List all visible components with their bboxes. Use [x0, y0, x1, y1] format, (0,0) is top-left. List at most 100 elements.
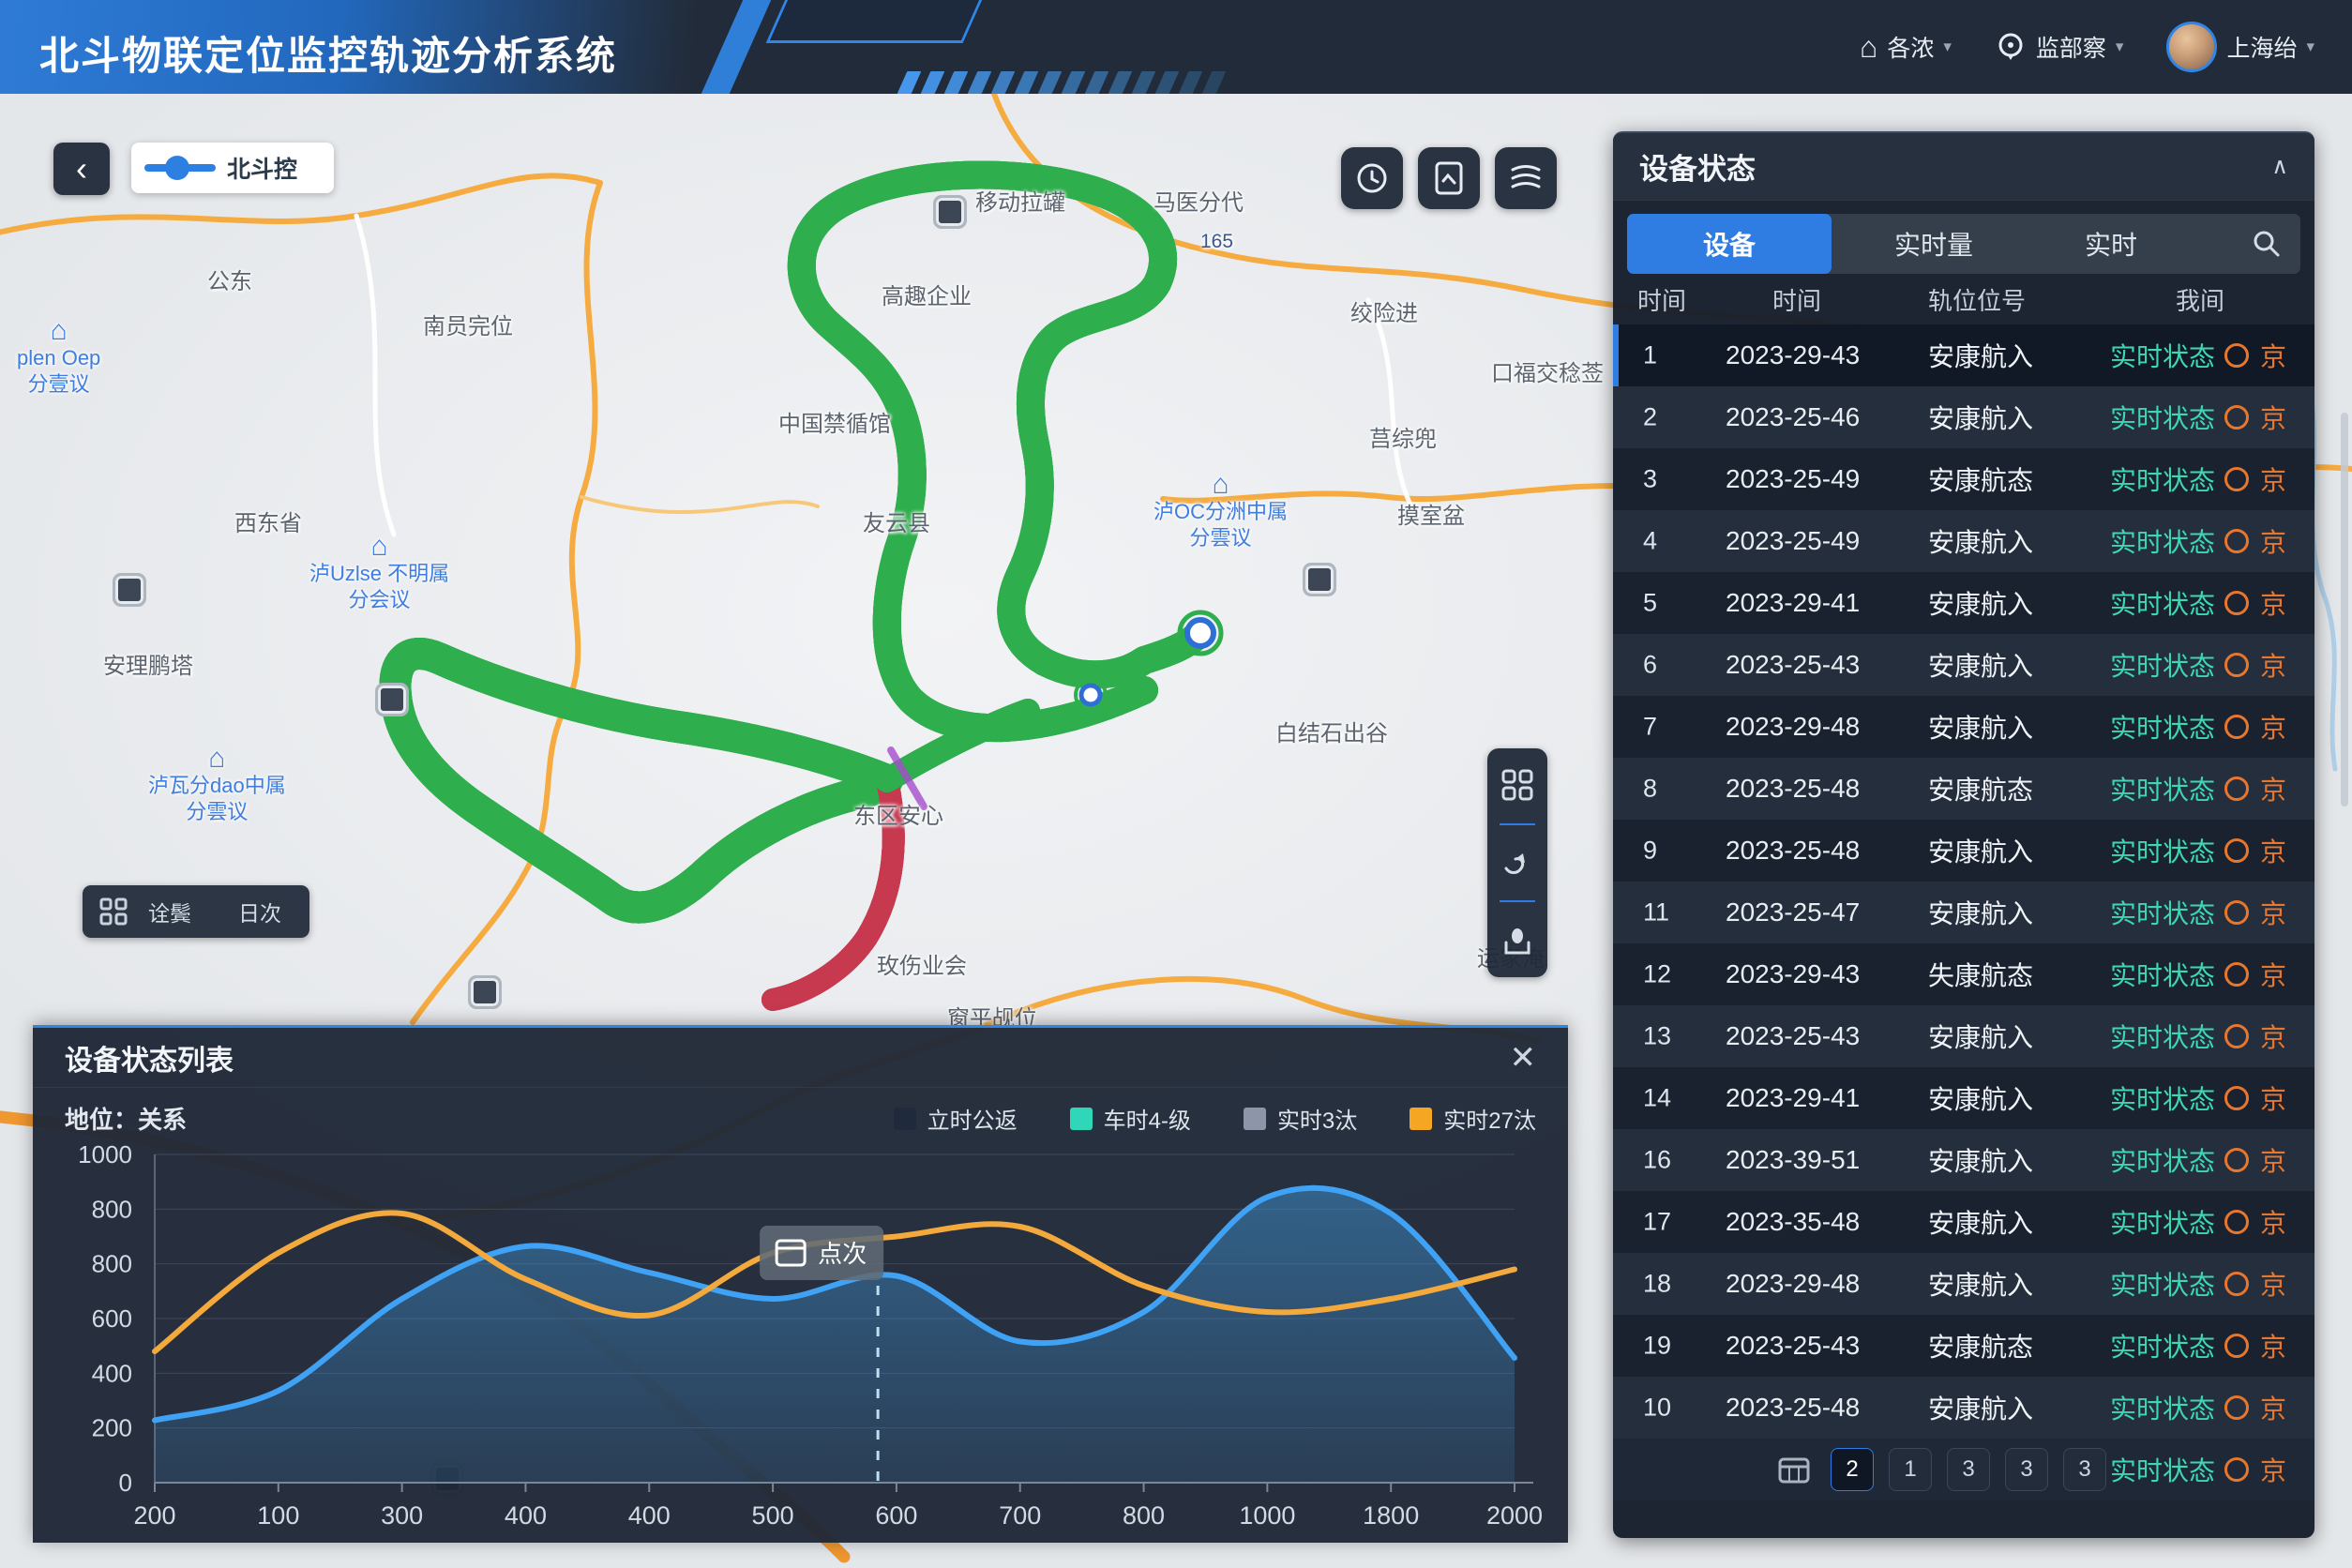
table-row[interactable]: 192023-25-43安康航态实时状态京 [1613, 1315, 2314, 1377]
row-index: 16 [1643, 1146, 1671, 1175]
poi-landmark-icon: ⌂ [1212, 471, 1229, 499]
legend-item[interactable]: 立时公返 [894, 1102, 1018, 1135]
table-row[interactable]: 62023-25-43安康航入实时状态京 [1613, 634, 2314, 696]
area-chart[interactable]: 1000800800600400200020010030040040050060… [33, 1136, 1568, 1539]
row-status-label: 实时状态 [2110, 1079, 2215, 1117]
legend-swatch [894, 1108, 916, 1130]
row-date: 2023-29-43 [1726, 959, 1860, 989]
header-right: ⌂ 各浓 ▾ 监部察 ▾ 上海绐 ▾ [1860, 0, 2314, 94]
device-panel-title: 设备状态 [1639, 145, 1756, 188]
road-badge-icon [468, 975, 502, 1009]
menu-home-label: 各浓 [1887, 30, 1934, 64]
chevron-down-icon: ▾ [2306, 38, 2314, 56]
table-row[interactable]: 22023-25-46安康航入实时状态京 [1613, 386, 2314, 448]
tab-1[interactable]: 实时量 [1832, 214, 2036, 274]
menu-user[interactable]: 上海绐 ▾ [2166, 22, 2314, 72]
map-place-label: 移动拉罐 [975, 184, 1065, 217]
table-row[interactable]: 92023-25-48安康航入实时状态京 [1613, 820, 2314, 882]
row-name: 安康航入 [1928, 894, 2033, 931]
tab-2[interactable]: 实时 [2036, 214, 2186, 274]
search-icon [2252, 229, 2282, 259]
status-ring-icon [2224, 343, 2249, 368]
table-row[interactable]: 122023-29-43失康航态实时状态京 [1613, 943, 2314, 1005]
row-date: 2023-25-49 [1726, 526, 1860, 556]
locate-button[interactable] [1500, 924, 1534, 957]
status-ring-icon [2224, 1024, 2249, 1048]
trajectory-upper [802, 175, 1197, 729]
layers-button[interactable] [1495, 147, 1557, 209]
history-button[interactable] [1341, 147, 1403, 209]
row-status-label: 实时状态 [2110, 832, 2215, 869]
page-button-3[interactable]: 3 [1947, 1448, 1990, 1491]
table-row[interactable]: 182023-29-48安康航入实时状态京 [1613, 1253, 2314, 1315]
table-row[interactable]: 102023-25-48安康航入实时状态京 [1613, 1377, 2314, 1439]
status-ring-icon [2224, 1334, 2249, 1358]
clock-icon [1354, 160, 1390, 196]
row-index: 8 [1643, 775, 1657, 804]
page-button-3[interactable]: 3 [2005, 1448, 2048, 1491]
table-row[interactable]: 82023-25-48安康航态实时状态京 [1613, 758, 2314, 820]
row-status-tag: 京 [2260, 832, 2286, 869]
table-row[interactable]: 142023-29-41安康航入实时状态京 [1613, 1067, 2314, 1129]
chart-panel-title: 设备状态列表 [65, 1037, 234, 1078]
chart-subrow: 地位：关系 立时公返车时4-级实时3汰实时27汰 [33, 1088, 1568, 1136]
close-icon[interactable]: ✕ [1510, 1042, 1537, 1074]
status-ring-icon [2224, 715, 2249, 739]
back-button[interactable]: ‹ [53, 143, 110, 195]
table-row[interactable]: 42023-25-49安康航入实时状态京 [1613, 510, 2314, 572]
row-index: 5 [1643, 589, 1657, 618]
search-button[interactable] [2252, 229, 2282, 264]
row-date: 2023-29-41 [1726, 1083, 1860, 1113]
svg-text:600: 600 [92, 1304, 132, 1333]
row-status-tag: 京 [2260, 1018, 2286, 1055]
map-control-track[interactable]: 诠鬓 [148, 896, 191, 927]
page-button-3[interactable]: 3 [2063, 1448, 2106, 1491]
map-place-label: 165 [1200, 231, 1233, 253]
table-row[interactable]: 72023-29-48安康航入实时状态京 [1613, 696, 2314, 758]
legend-swatch [1244, 1108, 1266, 1130]
row-status-label: 实时状态 [2110, 956, 2215, 993]
row-date: 2023-25-47 [1726, 897, 1860, 927]
route-tool-button[interactable] [1500, 846, 1534, 880]
table-row[interactable]: 32023-25-49安康航态实时状态京 [1613, 448, 2314, 510]
chart-panel-header: 设备状态列表 ✕ [33, 1028, 1568, 1088]
table-row[interactable]: 112023-25-47安康航入实时状态京 [1613, 882, 2314, 943]
row-status-label: 实时状态 [2110, 770, 2215, 807]
route-toggle-pill[interactable]: 北斗控 [131, 143, 334, 193]
row-status-label: 实时状态 [2110, 460, 2215, 498]
legend-item[interactable]: 车时4-级 [1070, 1102, 1191, 1135]
route-slider-icon [144, 164, 216, 172]
pagination-menu-button[interactable] [1772, 1448, 1816, 1491]
app-header: 北斗物联定位监控轨迹分析系统 ⌂ 各浓 ▾ 监部察 ▾ 上海绐 ▾ [0, 0, 2352, 94]
map-scrollbar[interactable] [2341, 413, 2348, 807]
menu-user-label: 上海绐 [2226, 30, 2297, 64]
table-row[interactable]: 172023-35-48安康航入实时状态京 [1613, 1191, 2314, 1253]
table-row[interactable]: 12023-29-43安康航入实时状态京 [1613, 324, 2314, 386]
row-date: 2023-25-48 [1726, 1393, 1860, 1423]
tab-0[interactable]: 设备 [1627, 214, 1832, 274]
row-status-label: 实时状态 [2110, 584, 2215, 622]
menu-monitor[interactable]: 监部察 ▾ [1995, 30, 2124, 64]
row-name: 安康航入 [1928, 1203, 2033, 1241]
row-status-label: 实时状态 [2110, 646, 2215, 684]
row-index: 11 [1643, 898, 1669, 927]
table-row[interactable]: 162023-39-51安康航入实时状态京 [1613, 1129, 2314, 1191]
grid-view-button[interactable] [1500, 768, 1534, 802]
table-row[interactable]: 132023-25-43安康航入实时状态京 [1613, 1005, 2314, 1067]
row-name: 安康航入 [1928, 1265, 2033, 1303]
row-status-tag: 京 [2260, 708, 2286, 746]
collapse-chevron-icon[interactable]: ∧ [2271, 153, 2288, 180]
legend-item[interactable]: 实时27汰 [1410, 1102, 1536, 1135]
row-date: 2023-25-43 [1726, 650, 1860, 680]
map-control-daily[interactable]: 日次 [238, 896, 281, 927]
page-button-1[interactable]: 1 [1889, 1448, 1932, 1491]
legend-item[interactable]: 实时3汰 [1244, 1102, 1357, 1135]
row-index: 14 [1643, 1084, 1671, 1113]
row-name: 安康航入 [1928, 646, 2033, 684]
status-ring-icon [2224, 1148, 2249, 1172]
svg-text:2000: 2000 [1486, 1501, 1543, 1530]
report-button[interactable] [1418, 147, 1480, 209]
page-button-2[interactable]: 2 [1831, 1448, 1874, 1491]
menu-home[interactable]: ⌂ 各浓 ▾ [1860, 30, 1952, 64]
table-row[interactable]: 52023-29-41安康航入实时状态京 [1613, 572, 2314, 634]
